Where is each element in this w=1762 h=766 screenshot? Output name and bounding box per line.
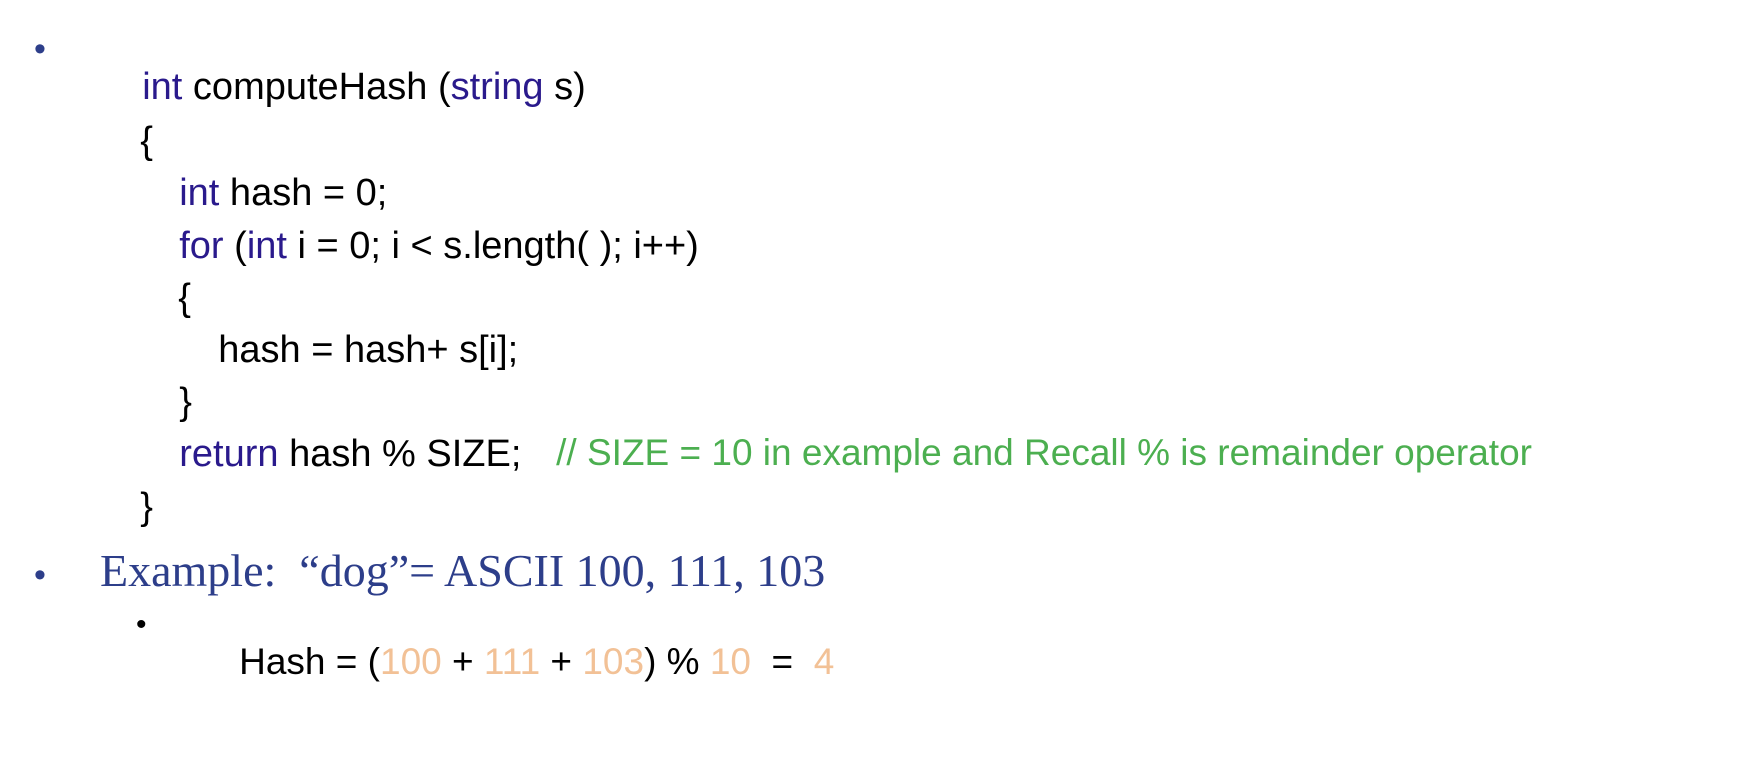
code-text: s) bbox=[543, 66, 586, 108]
slide: • int computeHash (string s) { int hash … bbox=[0, 0, 1762, 766]
size-value: 10 bbox=[709, 641, 751, 682]
code-text: ( bbox=[223, 225, 247, 267]
hash-result: 4 bbox=[813, 641, 835, 682]
example-text: Example: “dog”= ASCII 100, 111, 103 bbox=[100, 545, 826, 596]
keyword-return: return bbox=[179, 433, 279, 475]
ascii-value-g: 103 bbox=[582, 641, 645, 682]
hash-calculation: Hash = (100 + 111 + 103) % 10 = 4 bbox=[198, 606, 834, 717]
hash-sub-bullet: • bbox=[136, 608, 147, 641]
close-brace: } bbox=[140, 486, 153, 528]
example-bullet: • bbox=[34, 556, 46, 594]
code-comment: // SIZE = 10 in example and Recall % is … bbox=[515, 397, 1532, 508]
ascii-value-o: 111 bbox=[483, 641, 541, 682]
code-text: hash % SIZE; bbox=[278, 433, 522, 475]
code-line-6: hash = hash+ s[i]; bbox=[176, 293, 518, 407]
code-text: i = 0; i < s.length( ); i++) bbox=[286, 225, 699, 267]
equals-sign: = bbox=[751, 641, 814, 682]
plus-sign: + bbox=[540, 641, 583, 682]
code-text: computeHash ( bbox=[182, 66, 451, 108]
ascii-value-d: 100 bbox=[380, 641, 442, 682]
code-line-4: for (int i = 0; i < s.length( ); i++) bbox=[137, 189, 699, 303]
comment-text: // SIZE = 10 in example and Recall % is … bbox=[556, 432, 1532, 473]
hash-prefix: Hash = ( bbox=[239, 641, 380, 682]
keyword-int: int bbox=[246, 225, 287, 267]
modulo-sign: ) % bbox=[644, 641, 710, 682]
code-line-1: int computeHash (string s) bbox=[100, 30, 586, 144]
code-bullet: • bbox=[34, 30, 46, 68]
code-line-8: return hash % SIZE; bbox=[137, 397, 521, 511]
plus-sign: + bbox=[441, 641, 484, 682]
keyword-string: string bbox=[450, 66, 544, 108]
code-text: hash = hash+ s[i]; bbox=[218, 329, 519, 371]
